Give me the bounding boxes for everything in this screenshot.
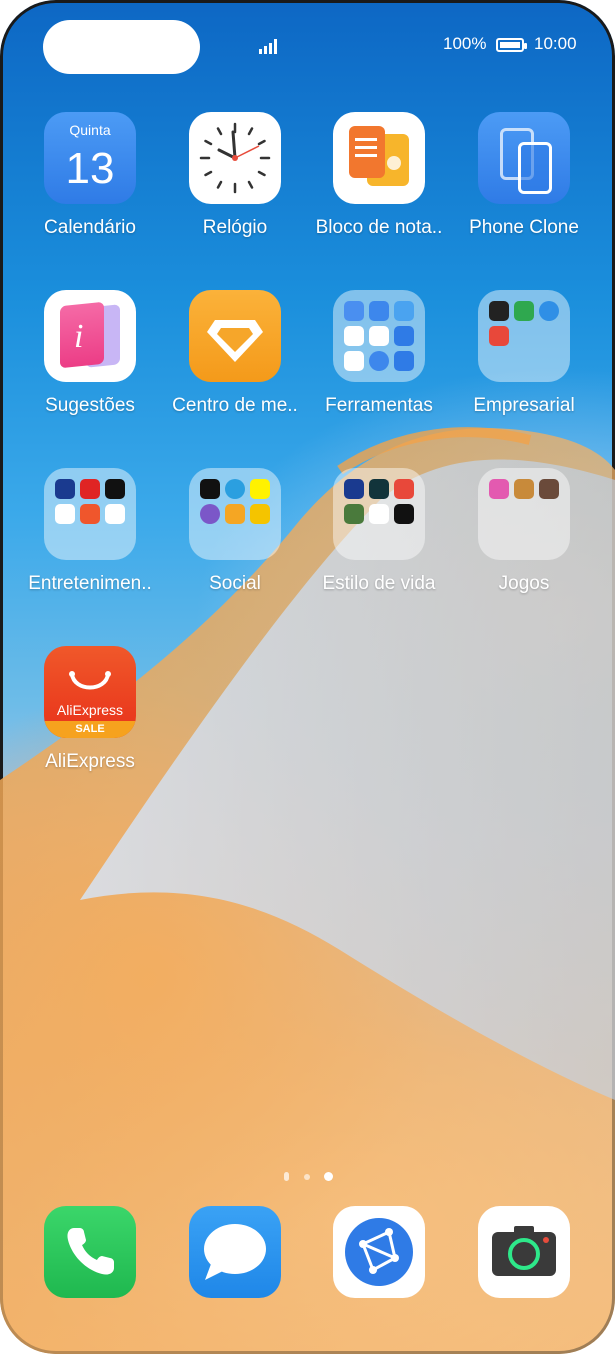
home-screen: 100% 10:00 Quinta 13 Calendário Relógio … <box>0 0 615 1354</box>
folder-entretenimento[interactable]: Entretenimen.. <box>15 468 165 595</box>
app-label: Jogos <box>498 573 550 594</box>
folder-icon <box>478 290 570 382</box>
app-aliexpress[interactable]: AliExpress SALE AliExpress <box>15 646 165 773</box>
folder-icon <box>44 468 136 560</box>
member-center-icon <box>189 290 281 382</box>
dock-browser[interactable] <box>304 1206 454 1298</box>
app-calendario[interactable]: Quinta 13 Calendário <box>15 112 165 239</box>
folder-icon <box>478 468 570 560</box>
page-dot <box>304 1174 310 1180</box>
calendar-day-name: Quinta <box>69 122 111 138</box>
app-label: Ferramentas <box>325 395 433 416</box>
app-centro-membros[interactable]: Centro de me.. <box>160 290 310 417</box>
app-label: Social <box>209 573 261 594</box>
app-label: AliExpress <box>45 751 135 772</box>
folder-icon <box>333 468 425 560</box>
folder-icon <box>189 468 281 560</box>
signal-icon <box>259 36 281 54</box>
calendar-day-number: 13 <box>65 144 115 193</box>
calendar-icon: Quinta 13 <box>44 112 136 204</box>
camera-cutout <box>43 20 200 74</box>
page-dot-active <box>324 1172 333 1181</box>
battery-percent: 100% <box>443 34 487 53</box>
app-phone-clone[interactable]: Phone Clone <box>449 112 599 239</box>
app-label: Relógio <box>202 217 268 238</box>
dock-camera[interactable] <box>449 1206 599 1298</box>
app-label: Empresarial <box>473 395 575 416</box>
phone-clone-icon <box>478 112 570 204</box>
suggestions-icon: i <box>44 290 136 382</box>
folder-ferramentas[interactable]: Ferramentas <box>304 290 454 417</box>
notes-icon <box>333 112 425 204</box>
aliexpress-icon: AliExpress SALE <box>44 646 136 738</box>
folder-estilo-vida[interactable]: Estilo de vida <box>304 468 454 595</box>
app-label: Phone Clone <box>469 217 579 238</box>
folder-social[interactable]: Social <box>160 468 310 595</box>
app-bloco-notas[interactable]: Bloco de nota.. <box>304 112 454 239</box>
dock-messages[interactable] <box>160 1206 310 1298</box>
camera-icon <box>478 1206 570 1298</box>
folder-icon <box>333 290 425 382</box>
message-icon <box>189 1206 281 1298</box>
aliexpress-wordmark: AliExpress <box>56 702 124 718</box>
app-label: Entretenimen.. <box>28 573 152 594</box>
folder-empresarial[interactable]: Empresarial <box>449 290 599 417</box>
clock: 10:00 <box>534 34 577 53</box>
dock-phone[interactable] <box>15 1206 165 1298</box>
search-page-dot <box>284 1172 289 1181</box>
app-relogio[interactable]: Relógio <box>160 112 310 239</box>
app-label: Calendário <box>44 217 136 238</box>
app-label: Centro de me.. <box>172 395 298 416</box>
app-label: Estilo de vida <box>322 573 436 594</box>
battery-icon <box>496 38 527 52</box>
page-indicator <box>0 1172 615 1182</box>
clock-icon <box>189 112 281 204</box>
app-label: Bloco de nota.. <box>315 217 443 238</box>
browser-icon <box>333 1206 425 1298</box>
app-label: Sugestões <box>45 395 135 416</box>
phone-icon <box>44 1206 136 1298</box>
folder-jogos[interactable]: Jogos <box>449 468 599 595</box>
app-sugestoes[interactable]: i Sugestões <box>15 290 165 417</box>
sale-badge: SALE <box>44 721 136 738</box>
